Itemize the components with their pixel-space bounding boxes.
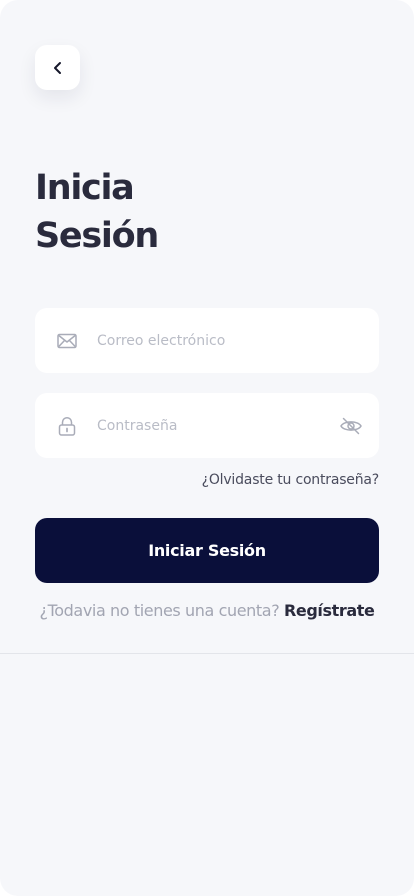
lock-icon (58, 416, 76, 436)
password-input[interactable] (97, 393, 327, 458)
page-title: Inicia Sesión (35, 164, 335, 260)
chevron-left-icon (53, 61, 61, 74)
password-field[interactable] (35, 393, 379, 458)
page-title-line-1: Inicia (35, 168, 135, 208)
divider (0, 653, 414, 654)
signup-row: ¿Todavia no tienes una cuenta? Regístrat… (0, 600, 414, 622)
page-title-line-2: Sesión (35, 216, 159, 256)
signup-prompt: ¿Todavia no tienes una cuenta? (39, 601, 284, 620)
email-field[interactable] (35, 308, 379, 373)
mail-icon (57, 333, 77, 349)
back-button[interactable] (35, 45, 80, 90)
login-button[interactable]: Iniciar Sesión (35, 518, 379, 583)
login-screen: Inicia Sesión ¿Olvidaste tu contraseña? … (0, 0, 414, 896)
email-input[interactable] (97, 308, 357, 373)
signup-link[interactable]: Regístrate (284, 601, 375, 620)
eye-off-icon[interactable] (339, 414, 363, 438)
forgot-password-link[interactable]: ¿Olvidaste tu contraseña? (202, 472, 380, 488)
